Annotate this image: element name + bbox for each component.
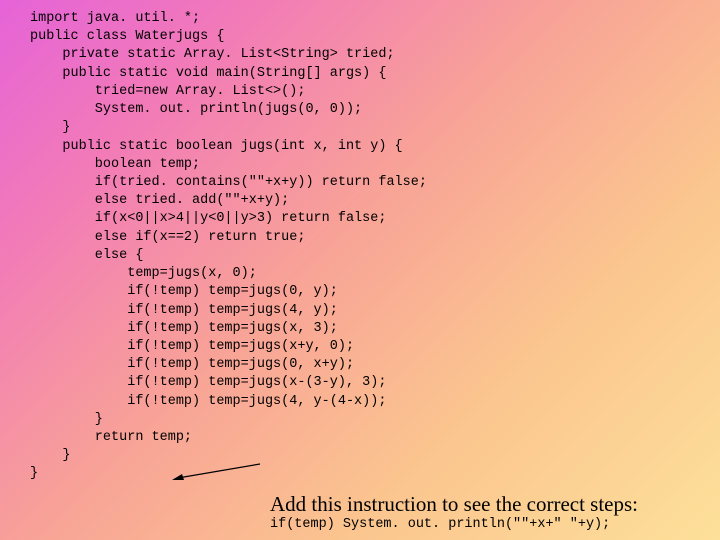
code-line: private static Array. List<String> tried… [30, 47, 395, 62]
code-line: } [30, 466, 38, 481]
code-line: if(!temp) temp=jugs(0, x+y); [30, 357, 354, 372]
code-line: if(tried. contains(""+x+y)) return false… [30, 175, 427, 190]
annotation-text: Add this instruction to see the correct … [270, 490, 638, 518]
code-line: else if(x==2) return true; [30, 230, 305, 245]
code-line: if(!temp) temp=jugs(x-(3-y), 3); [30, 375, 386, 390]
code-line: if(!temp) temp=jugs(4, y-(4-x)); [30, 394, 386, 409]
annotation-code: if(temp) System. out. println(""+x+" "+y… [270, 516, 610, 534]
code-line: tried=new Array. List<>(); [30, 84, 305, 99]
code-line: else { [30, 248, 143, 263]
code-line: return temp; [30, 430, 192, 445]
code-block: import java. util. *; public class Water… [30, 10, 720, 484]
code-line: } [30, 412, 103, 427]
code-line: boolean temp; [30, 157, 200, 172]
code-line: if(!temp) temp=jugs(x+y, 0); [30, 339, 354, 354]
code-line: if(!temp) temp=jugs(x, 3); [30, 321, 338, 336]
code-line: } [30, 448, 71, 463]
code-line: public static boolean jugs(int x, int y)… [30, 139, 403, 154]
code-line: System. out. println(jugs(0, 0)); [30, 102, 362, 117]
code-line: public static void main(String[] args) { [30, 66, 386, 81]
code-line: } [30, 120, 71, 135]
code-line: temp=jugs(x, 0); [30, 266, 257, 281]
code-line: if(x<0||x>4||y<0||y>3) return false; [30, 211, 386, 226]
code-line: import java. util. *; [30, 11, 200, 26]
code-line: if(!temp) temp=jugs(0, y); [30, 284, 338, 299]
code-line: if(!temp) temp=jugs(4, y); [30, 303, 338, 318]
code-line: public class Waterjugs { [30, 29, 224, 44]
code-line: else tried. add(""+x+y); [30, 193, 289, 208]
